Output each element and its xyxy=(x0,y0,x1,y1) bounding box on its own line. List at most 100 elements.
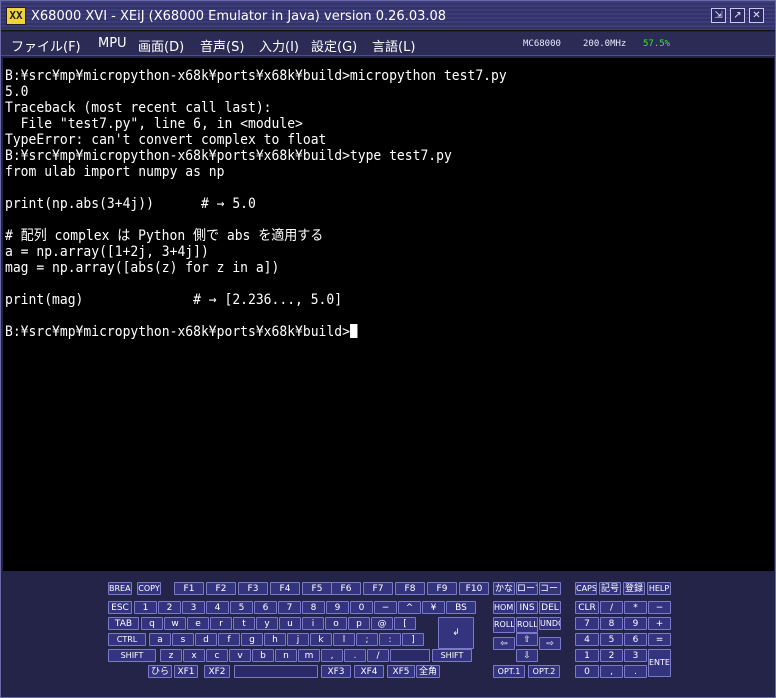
minimize-icon[interactable]: ⇲ xyxy=(711,8,726,23)
keyboard-key[interactable]: ⇩ xyxy=(516,649,538,662)
maximize-icon[interactable]: ↗ xyxy=(730,8,745,23)
keyboard-key[interactable]: 記号 xyxy=(599,582,621,595)
keyboard-key[interactable]: m xyxy=(298,649,320,662)
keyboard-key[interactable]: h xyxy=(264,633,286,646)
keyboard-key[interactable]: ↲ xyxy=(438,617,474,649)
keyboard-key[interactable]: 2 xyxy=(600,649,623,662)
keyboard-key[interactable]: ⇦ xyxy=(493,637,515,650)
keyboard-key[interactable]: l xyxy=(333,633,355,646)
keyboard-key[interactable]: x xyxy=(183,649,205,662)
keyboard-key[interactable]: 8 xyxy=(600,617,623,630)
keyboard-key[interactable]: ] xyxy=(402,633,424,646)
keyboard-key[interactable]: o xyxy=(325,617,347,630)
keyboard-key[interactable]: XF2 xyxy=(204,665,230,678)
keyboard-key[interactable]: z xyxy=(160,649,182,662)
keyboard-key[interactable]: 8 xyxy=(302,601,325,614)
keyboard-key[interactable]: 全角 xyxy=(416,665,440,678)
keyboard-key[interactable]: f xyxy=(218,633,240,646)
keyboard-key[interactable]: 4 xyxy=(575,633,599,646)
keyboard-key[interactable]: c xyxy=(206,649,228,662)
menu-sound[interactable]: 音声(S) xyxy=(200,36,244,55)
keyboard-key[interactable]: F7 xyxy=(363,582,393,595)
keyboard-key[interactable]: e xyxy=(187,617,209,630)
title-bar[interactable]: XX X68000 XVI - XEiJ (X68000 Emulator in… xyxy=(1,1,775,31)
menu-input[interactable]: 入力(I) xyxy=(259,36,299,55)
keyboard-key[interactable]: COPY xyxy=(137,582,161,595)
keyboard-key[interactable]: F6 xyxy=(331,582,361,595)
menu-settings[interactable]: 設定(G) xyxy=(311,36,357,55)
keyboard-key[interactable]: F5 xyxy=(302,582,332,595)
keyboard-key[interactable]: y xyxy=(256,617,278,630)
keyboard-key[interactable]: ENTER xyxy=(648,649,671,677)
keyboard-key[interactable]: . xyxy=(344,649,366,662)
keyboard-key[interactable]: 5 xyxy=(600,633,623,646)
keyboard-key[interactable]: XF5 xyxy=(387,665,415,678)
keyboard-key[interactable]: ROLL DOWN xyxy=(516,617,538,633)
keyboard-key[interactable]: 1 xyxy=(134,601,157,614)
keyboard-key[interactable]: , xyxy=(600,665,623,678)
keyboard-key[interactable]: F10 xyxy=(459,582,489,595)
keyboard-key[interactable]: 1 xyxy=(575,649,599,662)
keyboard-key[interactable]: w xyxy=(164,617,186,630)
keyboard-key[interactable]: UNDO xyxy=(539,617,561,630)
keyboard-key[interactable]: ¥ xyxy=(422,601,445,614)
keyboard-key[interactable]: n xyxy=(275,649,297,662)
keyboard-key[interactable]: INS xyxy=(516,601,538,614)
keyboard-key[interactable]: u xyxy=(279,617,301,630)
keyboard-key[interactable]: 6 xyxy=(254,601,277,614)
keyboard-key[interactable]: ROLL UP xyxy=(493,617,515,633)
keyboard-key[interactable]: 9 xyxy=(624,617,647,630)
keyboard-key[interactable]: a xyxy=(149,633,171,646)
keyboard-key[interactable]: F4 xyxy=(270,582,300,595)
keyboard-key[interactable]: 0 xyxy=(350,601,373,614)
keyboard-key[interactable]: k xyxy=(310,633,332,646)
menu-file[interactable]: ファイル(F) xyxy=(11,36,81,55)
keyboard-key[interactable]: 6 xyxy=(624,633,647,646)
keyboard-key[interactable]: かな xyxy=(493,582,515,595)
keyboard-key[interactable]: 3 xyxy=(624,649,647,662)
keyboard-key[interactable]: i xyxy=(302,617,324,630)
keyboard-key[interactable]: CAPS xyxy=(575,582,597,595)
keyboard-key[interactable]: 登録 xyxy=(623,582,645,595)
keyboard-key[interactable]: HELP xyxy=(647,582,671,595)
menu-screen[interactable]: 画面(D) xyxy=(138,36,184,55)
keyboard-key[interactable]: XF4 xyxy=(354,665,384,678)
keyboard-key[interactable]: CTRL xyxy=(108,633,146,646)
keyboard-key[interactable] xyxy=(390,649,430,662)
keyboard-key[interactable]: g xyxy=(241,633,263,646)
menu-language[interactable]: 言語(L) xyxy=(372,36,415,55)
keyboard-key[interactable]: TAB xyxy=(108,617,139,630)
keyboard-key[interactable] xyxy=(234,665,318,678)
keyboard-key[interactable]: [ xyxy=(394,617,416,630)
keyboard-key[interactable]: ^ xyxy=(398,601,421,614)
keyboard-key[interactable]: t xyxy=(233,617,255,630)
keyboard-key[interactable]: / xyxy=(367,649,389,662)
keyboard-key[interactable]: p xyxy=(348,617,370,630)
keyboard-key[interactable]: ; xyxy=(356,633,378,646)
keyboard-key[interactable]: コード xyxy=(539,582,561,595)
keyboard-key[interactable]: SHIFT xyxy=(432,649,472,662)
keyboard-key[interactable]: 7 xyxy=(575,617,599,630)
keyboard-key[interactable]: XF3 xyxy=(321,665,351,678)
keyboard-key[interactable]: F9 xyxy=(427,582,457,595)
keyboard-key[interactable]: q xyxy=(141,617,163,630)
keyboard-key[interactable]: = xyxy=(648,633,671,646)
keyboard-key[interactable]: . xyxy=(624,665,647,678)
keyboard-key[interactable]: + xyxy=(648,617,671,630)
keyboard-key[interactable]: , xyxy=(321,649,343,662)
keyboard-key[interactable]: : xyxy=(379,633,401,646)
keyboard-key[interactable]: BS xyxy=(446,601,476,614)
keyboard-key[interactable]: − xyxy=(374,601,397,614)
keyboard-key[interactable]: j xyxy=(287,633,309,646)
keyboard-key[interactable]: XF1 xyxy=(174,665,198,678)
keyboard-key[interactable]: DEL xyxy=(539,601,561,614)
keyboard-key[interactable]: ESC xyxy=(108,601,132,614)
keyboard-key[interactable]: @ xyxy=(371,617,393,630)
keyboard-key[interactable]: 9 xyxy=(326,601,349,614)
keyboard-key[interactable]: * xyxy=(624,601,647,614)
keyboard-key[interactable]: d xyxy=(195,633,217,646)
keyboard-key[interactable]: CLR xyxy=(575,601,599,614)
keyboard-key[interactable]: 3 xyxy=(182,601,205,614)
keyboard-key[interactable]: F3 xyxy=(238,582,268,595)
keyboard-key[interactable]: − xyxy=(648,601,671,614)
